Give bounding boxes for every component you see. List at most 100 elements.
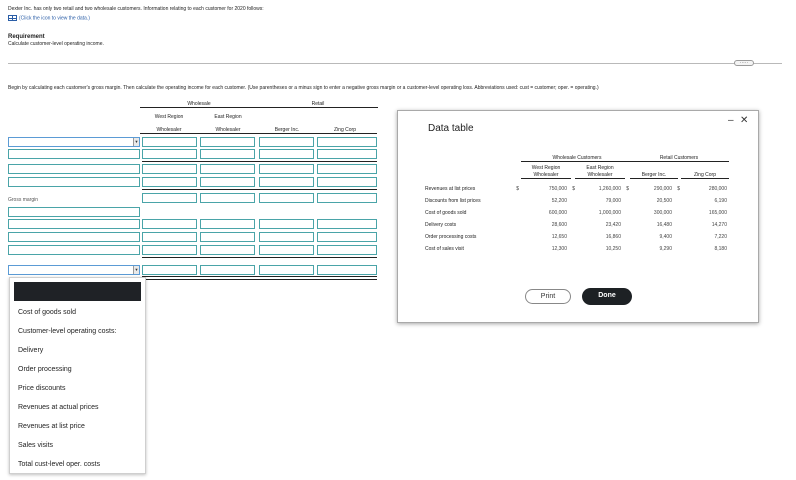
- row8-east-input[interactable]: [200, 232, 255, 242]
- dt-col1-line1: West Region: [531, 165, 561, 171]
- dropdown-option[interactable]: Revenues at actual prices: [10, 398, 145, 417]
- row3-zing-input[interactable]: [317, 164, 377, 174]
- row7-berger-input[interactable]: [259, 219, 314, 229]
- row7-west-input[interactable]: [142, 219, 197, 229]
- col-east-line1: East Region: [214, 114, 242, 120]
- row1-west-input[interactable]: [142, 137, 197, 147]
- row4-west-input[interactable]: [142, 177, 197, 187]
- row10-east-input[interactable]: [200, 265, 255, 275]
- dt-cell: 600,000: [548, 210, 567, 216]
- dt-cell: 7,220: [714, 234, 727, 240]
- data-table-dialog: Data table – ✕ Wholesale Customers Retai…: [397, 110, 759, 323]
- done-button[interactable]: Done: [582, 288, 632, 305]
- table-icon[interactable]: [8, 15, 17, 21]
- row9-berger-input[interactable]: [259, 245, 314, 255]
- row9-zing-input[interactable]: [317, 245, 377, 255]
- row2-berger-input[interactable]: [259, 149, 314, 159]
- expand-more-button[interactable]: ·····: [734, 60, 754, 66]
- dt-row-label: Delivery costs: [425, 222, 457, 228]
- row9-label-input[interactable]: [8, 245, 140, 255]
- divider: [8, 63, 782, 64]
- retail-group-header: Retail: [258, 101, 378, 108]
- dt-cell: 14,270: [711, 222, 727, 228]
- row2-zing-input[interactable]: [317, 149, 377, 159]
- row8-berger-input[interactable]: [259, 232, 314, 242]
- dropdown-selected-blank[interactable]: [14, 282, 141, 301]
- requirement-text: Calculate customer-level operating incom…: [8, 41, 104, 47]
- row4-berger-input[interactable]: [259, 177, 314, 187]
- dropdown-option[interactable]: Price discounts: [10, 379, 145, 398]
- row10-west-input[interactable]: [142, 265, 197, 275]
- gm-east-input[interactable]: [200, 193, 255, 203]
- row2-west-input[interactable]: [142, 149, 197, 159]
- dropdown-option[interactable]: Total cust-level oper. costs: [10, 455, 145, 474]
- dropdown-option[interactable]: Sales visits: [10, 436, 145, 455]
- row1-zing-input[interactable]: [317, 137, 377, 147]
- row6-label-input[interactable]: [8, 207, 140, 217]
- dropdown-list[interactable]: Cost of goods sold Customer-level operat…: [9, 277, 146, 474]
- dt-cell: 9,290: [659, 246, 672, 252]
- row3-berger-input[interactable]: [259, 164, 314, 174]
- dt-col4: Zing Corp: [681, 172, 729, 179]
- row2-east-input[interactable]: [200, 149, 255, 159]
- col-west-line1: West Region: [154, 114, 184, 120]
- dt-row-label: Cost of goods sold: [425, 210, 467, 216]
- gm-west-input[interactable]: [142, 193, 197, 203]
- view-data-link-text[interactable]: (Click the icon to view the data.): [19, 15, 90, 21]
- dropdown-option[interactable]: Cost of goods sold: [10, 303, 145, 322]
- row4-label-input[interactable]: [8, 177, 140, 187]
- dt-cell: 1,260,000: [598, 186, 621, 192]
- row8-label-input[interactable]: [8, 232, 140, 242]
- dropdown-option[interactable]: Order processing: [10, 360, 145, 379]
- row1-east-input[interactable]: [200, 137, 255, 147]
- row10-berger-input[interactable]: [259, 265, 314, 275]
- minimize-icon[interactable]: –: [728, 115, 734, 126]
- dt-cell: 28,600: [551, 222, 567, 228]
- dt-wholesale-header: Wholesale Customers: [521, 155, 633, 162]
- row3-west-input[interactable]: [142, 164, 197, 174]
- row9-east-input[interactable]: [200, 245, 255, 255]
- dt-row-label: Discounts from list prices: [425, 198, 481, 204]
- row10-double-rule: [142, 276, 377, 280]
- row4-east-input[interactable]: [200, 177, 255, 187]
- dt-retail-header: Retail Customers: [629, 155, 729, 162]
- gm-zing-input[interactable]: [317, 193, 377, 203]
- row3-label-input[interactable]: [8, 164, 140, 174]
- dropdown-option[interactable]: Revenues at list price: [10, 417, 145, 436]
- row8-west-input[interactable]: [142, 232, 197, 242]
- dt-cell: 750,000: [548, 186, 567, 192]
- instruction-text: Begin by calculating each customer's gro…: [8, 85, 599, 91]
- dt-dollar-sign: $: [626, 186, 629, 192]
- print-button[interactable]: Print: [525, 289, 571, 304]
- row7-east-input[interactable]: [200, 219, 255, 229]
- row1-label-select[interactable]: ▼: [8, 137, 140, 147]
- row8-zing-input[interactable]: [317, 232, 377, 242]
- dt-cell: 290,000: [653, 186, 672, 192]
- view-data-link[interactable]: (Click the icon to view the data.): [8, 15, 90, 21]
- dt-col2-line1: East Region: [586, 165, 614, 171]
- gm-berger-input[interactable]: [259, 193, 314, 203]
- dt-cell: 8,180: [714, 246, 727, 252]
- row3-east-input[interactable]: [200, 164, 255, 174]
- row7-zing-input[interactable]: [317, 219, 377, 229]
- row4-zing-input[interactable]: [317, 177, 377, 187]
- row9-west-input[interactable]: [142, 245, 197, 255]
- row7-label-input[interactable]: [8, 219, 140, 229]
- dt-row-label: Revenues at list prices: [425, 186, 476, 192]
- dt-dollar-sign: $: [572, 186, 575, 192]
- row1-berger-input[interactable]: [259, 137, 314, 147]
- close-icon[interactable]: ✕: [740, 115, 748, 126]
- dropdown-option[interactable]: Delivery: [10, 341, 145, 360]
- dt-cell: 280,000: [708, 186, 727, 192]
- row10-label-select[interactable]: ▼: [8, 265, 140, 275]
- row2-label-input[interactable]: [8, 149, 140, 159]
- row4-rule: [142, 189, 377, 190]
- row10-zing-input[interactable]: [317, 265, 377, 275]
- chevron-down-icon[interactable]: ▼: [133, 266, 139, 274]
- header-rule: [140, 133, 377, 134]
- dropdown-option[interactable]: Customer-level operating costs:: [10, 322, 145, 341]
- dialog-title: Data table: [428, 123, 474, 134]
- dt-cell: 20,500: [656, 198, 672, 204]
- dt-cell: 165,000: [708, 210, 727, 216]
- chevron-down-icon[interactable]: ▼: [133, 138, 139, 146]
